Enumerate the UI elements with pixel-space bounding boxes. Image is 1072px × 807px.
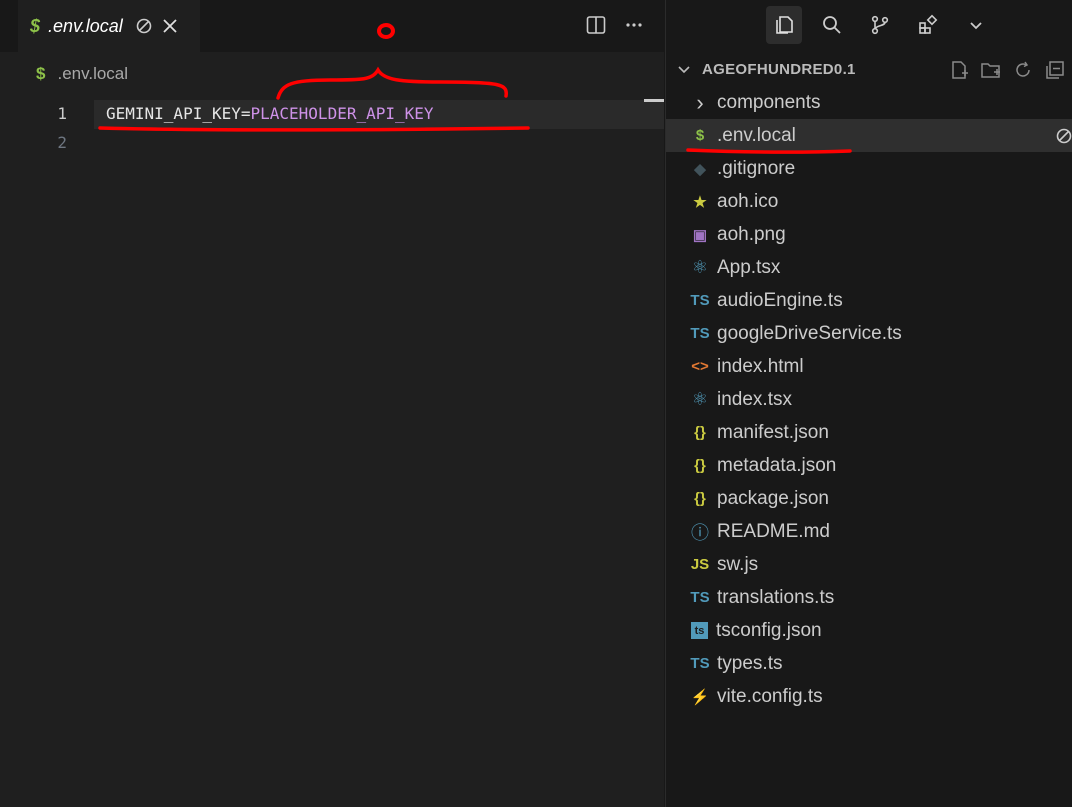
tree-folder[interactable]: › components: [666, 86, 1072, 119]
tree-item-label: manifest.json: [717, 421, 829, 443]
react-icon: ⚛: [691, 257, 709, 277]
tree-item-label: metadata.json: [717, 454, 837, 476]
chevron-down-icon: [678, 66, 690, 74]
breadcrumb[interactable]: $ .env.local: [36, 64, 128, 84]
tree-file[interactable]: ⓘ README.md: [666, 515, 1072, 548]
react-icon: ⚛: [691, 389, 709, 409]
tree-item-label: aoh.ico: [717, 190, 779, 212]
tree-file[interactable]: $ .env.local: [666, 119, 1072, 152]
dollar-icon: $: [36, 64, 46, 83]
tree-file[interactable]: ⚛ App.tsx: [666, 251, 1072, 284]
scrollbar-marker: [644, 99, 664, 102]
html-icon: <>: [691, 358, 709, 375]
tsconfig-icon: ts: [691, 622, 708, 639]
typescript-icon: TS: [690, 655, 710, 672]
tree-item-label: sw.js: [717, 553, 759, 575]
tree-item-label: aoh.png: [717, 223, 786, 245]
annotation-brace: [276, 66, 508, 100]
json-icon: {}: [694, 457, 706, 474]
circle-slash-icon: [1056, 128, 1072, 144]
tree-file[interactable]: {} manifest.json: [666, 416, 1072, 449]
explorer-panel: AGEOFHUNDRED0.1 › components $ .env.local ◆.…: [665, 0, 1072, 807]
tree-item-label: index.html: [717, 355, 804, 377]
tree-file[interactable]: <> index.html: [666, 350, 1072, 383]
source-control-button[interactable]: [862, 6, 898, 44]
tree-file[interactable]: ▣ aoh.png: [666, 218, 1072, 251]
extensions-button[interactable]: [910, 6, 946, 44]
vite-icon: ⚡: [690, 688, 710, 706]
tree-file[interactable]: TS audioEngine.ts: [666, 284, 1072, 317]
dollar-icon: $: [30, 15, 41, 36]
tree-item-label: index.tsx: [717, 388, 792, 410]
info-icon: ⓘ: [691, 522, 709, 543]
tree-item-label: README.md: [717, 520, 830, 542]
tree-file[interactable]: ts tsconfig.json: [666, 614, 1072, 647]
json-icon: {}: [694, 490, 706, 507]
typescript-icon: TS: [690, 589, 710, 606]
git-icon: ◆: [694, 160, 706, 178]
tree-file[interactable]: JS sw.js: [666, 548, 1072, 581]
tree-item-label: vite.config.ts: [717, 685, 823, 707]
search-icon: [823, 16, 841, 34]
chevron-down-icon: [970, 22, 982, 30]
more-actions-icon[interactable]: [623, 14, 645, 36]
tree-item-label: App.tsx: [717, 256, 781, 278]
more-views-button[interactable]: [958, 6, 994, 44]
tab-label: .env.local: [48, 15, 123, 36]
tree-item-label: .gitignore: [717, 157, 796, 179]
explorer-view-button[interactable]: [766, 6, 802, 44]
json-icon: {}: [694, 424, 706, 441]
source-control-icon: [871, 15, 889, 35]
tree-file[interactable]: ★ aoh.ico: [666, 185, 1072, 218]
tree-file[interactable]: TS types.ts: [666, 647, 1072, 680]
chevron-right-icon: ›: [696, 89, 704, 115]
tree-item-label: tsconfig.json: [716, 619, 822, 641]
new-file-icon[interactable]: [948, 59, 970, 81]
star-icon: ★: [693, 193, 707, 211]
extensions-icon: [919, 14, 938, 34]
breadcrumb-file[interactable]: .env.local: [57, 64, 128, 84]
tab-bar: $ .env.local: [0, 0, 664, 52]
javascript-icon: JS: [690, 556, 710, 573]
dollar-icon: $: [695, 127, 705, 144]
code-line[interactable]: GEMINI_API_KEY=PLACEHOLDER_API_KEY: [106, 104, 434, 123]
search-view-button[interactable]: [814, 6, 850, 44]
typescript-icon: TS: [690, 325, 710, 342]
close-icon[interactable]: [161, 17, 179, 35]
image-icon: ▣: [692, 226, 708, 244]
tree-file[interactable]: TS googleDriveService.ts: [666, 317, 1072, 350]
collapse-all-icon[interactable]: [1044, 59, 1066, 81]
workspace-title: AGEOFHUNDRED0.1: [702, 60, 856, 78]
line-number: 1: [57, 104, 67, 123]
split-editor-icon[interactable]: [585, 14, 607, 36]
line-number: 2: [57, 133, 67, 152]
activity-bar: [766, 6, 994, 44]
tree-file[interactable]: ◆ .gitignore: [666, 152, 1072, 185]
env-key: GEMINI_API_KEY=: [106, 104, 251, 123]
tree-item-label: types.ts: [717, 652, 783, 674]
typescript-icon: TS: [690, 292, 710, 309]
tree-item-label: package.json: [717, 487, 829, 509]
files-icon: [776, 16, 793, 34]
tree-file[interactable]: TS translations.ts: [666, 581, 1072, 614]
editor-pane: $ .env.local $ .env.local 1 2 GEMINI_API…: [0, 0, 664, 807]
new-folder-icon[interactable]: [980, 59, 1002, 81]
explorer-section-header[interactable]: AGEOFHUNDRED0.1: [666, 56, 1072, 82]
env-value: PLACEHOLDER_API_KEY: [250, 104, 434, 123]
circle-slash-icon[interactable]: [135, 17, 153, 35]
tree-item-label: components: [717, 91, 821, 113]
tree-file[interactable]: ⚛ index.tsx: [666, 383, 1072, 416]
tree-item-label: audioEngine.ts: [717, 289, 843, 311]
tree-file[interactable]: ⚡ vite.config.ts: [666, 680, 1072, 713]
tree-item-label: .env.local: [717, 124, 796, 146]
tree-file[interactable]: {} metadata.json: [666, 449, 1072, 482]
refresh-icon[interactable]: [1012, 59, 1034, 81]
tree-item-label: translations.ts: [717, 586, 835, 608]
tree-item-label: googleDriveService.ts: [717, 322, 902, 344]
tab-env-local[interactable]: $ .env.local: [18, 0, 200, 52]
tree-file[interactable]: {} package.json: [666, 482, 1072, 515]
